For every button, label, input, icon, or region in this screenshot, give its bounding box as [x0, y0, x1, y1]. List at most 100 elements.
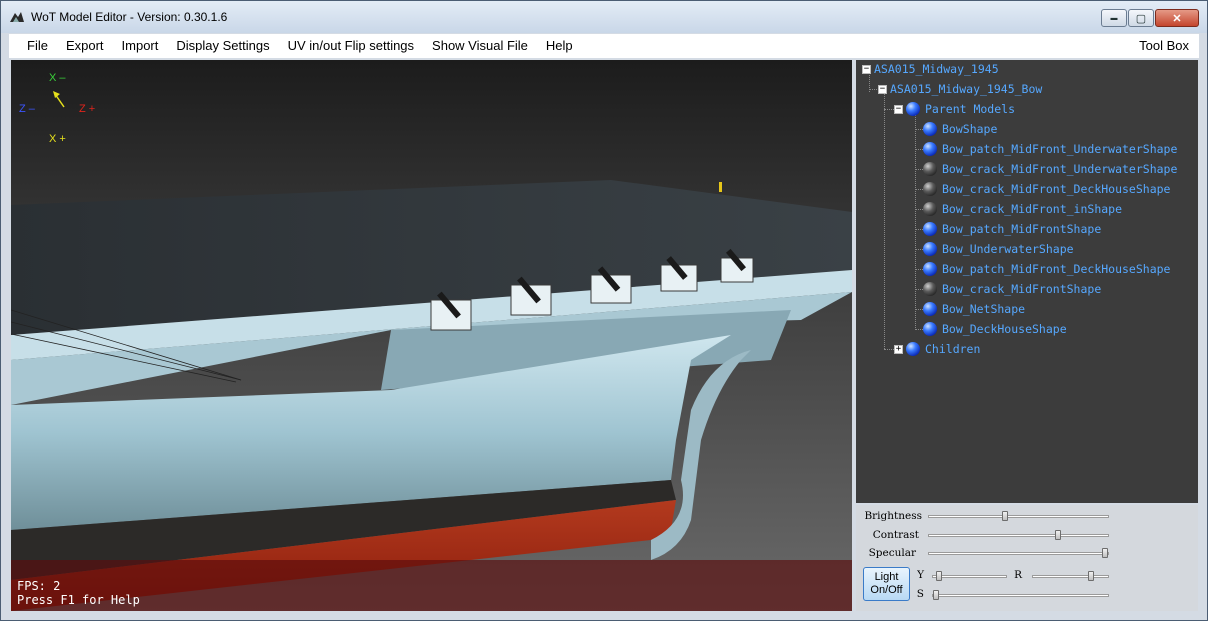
menu-display-settings[interactable]: Display Settings	[167, 34, 278, 58]
sphere-icon	[923, 242, 937, 256]
sphere-icon	[906, 342, 920, 356]
tree-node-parent-models[interactable]: − Parent Models	[894, 99, 1015, 119]
brightness-slider[interactable]	[928, 511, 1109, 521]
tree-guide	[915, 249, 923, 250]
tree-guide	[915, 209, 923, 210]
axis-z-plus: Z +	[79, 103, 96, 115]
tree-guide	[915, 149, 923, 150]
sphere-icon	[923, 202, 937, 216]
app-logo-icon	[10, 12, 24, 22]
ship-model-render	[11, 180, 852, 611]
specular-slider-thumb[interactable]	[1102, 548, 1108, 558]
tree-guide	[884, 349, 894, 350]
tree-node-label: Bow_crack_MidFront_DeckHouseShape	[942, 182, 1171, 196]
contrast-slider[interactable]	[928, 530, 1109, 540]
tree-node-label: Bow_NetShape	[942, 302, 1026, 316]
title-bar[interactable]: WoT Model Editor - Version: 0.30.1.6 ▬ ▢…	[1, 1, 1207, 33]
sphere-icon	[923, 282, 937, 296]
minimize-icon: ▬	[1110, 14, 1118, 22]
help-hint: Press F1 for Help	[17, 593, 140, 607]
tree-node-shape[interactable]: Bow_crack_MidFront_inShape	[915, 199, 1122, 219]
tree-node-label: Children	[925, 342, 981, 356]
tree-guide	[915, 309, 923, 310]
tree-node-label: ASA015_Midway_1945_Bow	[890, 82, 1043, 96]
menu-bar: File Export Import Display Settings UV i…	[9, 34, 1199, 58]
sphere-icon	[923, 122, 937, 136]
specular-label: Specular	[868, 547, 916, 559]
y-slider-thumb[interactable]	[936, 571, 943, 581]
tree-node-shape[interactable]: Bow_UnderwaterShape	[915, 239, 1074, 259]
window-controls: ▬ ▢ ✕	[1100, 9, 1199, 27]
collapse-toggle-icon[interactable]: −	[862, 64, 871, 74]
tree-node-label: ASA015_Midway_1945	[874, 62, 999, 76]
contrast-slider-thumb[interactable]	[1055, 530, 1062, 540]
collapse-toggle-icon[interactable]: −	[894, 104, 903, 114]
tree-node-shape[interactable]: Bow_NetShape	[915, 299, 1025, 319]
specular-slider[interactable]	[928, 548, 1109, 558]
brightness-label: Brightness	[864, 510, 922, 522]
fps-readout: FPS: 2	[17, 579, 61, 593]
r-label: R	[1014, 569, 1022, 581]
menu-tool-box[interactable]: Tool Box	[1139, 34, 1189, 58]
maximize-icon: ▢	[1135, 12, 1147, 25]
maximize-button[interactable]: ▢	[1128, 9, 1154, 27]
menu-file[interactable]: File	[9, 34, 57, 58]
brightness-slider-thumb[interactable]	[1001, 511, 1008, 521]
close-button[interactable]: ✕	[1155, 9, 1199, 27]
menu-help[interactable]: Help	[537, 34, 582, 58]
menu-uv-flip-settings[interactable]: UV in/out Flip settings	[279, 34, 423, 58]
tree-guide	[915, 269, 923, 270]
tree-node-label: Bow_patch_MidFrontShape	[942, 222, 1102, 236]
tree-guide	[915, 329, 923, 330]
expand-toggle-icon[interactable]: +	[894, 344, 903, 354]
sphere-icon	[923, 262, 937, 276]
light-toggle-button[interactable]: Light On/Off	[863, 567, 910, 601]
tree-guide	[915, 229, 923, 230]
axis-z-minus: Z –	[19, 103, 35, 115]
sphere-icon	[923, 322, 937, 336]
tree-guide	[915, 289, 923, 290]
axis-arrow-icon	[53, 91, 65, 108]
sphere-icon	[923, 182, 937, 196]
sphere-icon	[906, 102, 920, 116]
menu-show-visual-file[interactable]: Show Visual File	[423, 34, 537, 58]
sphere-icon	[923, 142, 937, 156]
axis-x-plus: X +	[49, 133, 66, 145]
tree-node-children[interactable]: + Children	[894, 339, 980, 359]
tree-node-label: Bow_crack_MidFront_inShape	[942, 202, 1123, 216]
minimize-button[interactable]: ▬	[1101, 9, 1127, 27]
tree-guide	[915, 169, 923, 170]
tree-node-shape[interactable]: BowShape	[915, 119, 997, 139]
tree-node-label: Bow_patch_MidFront_UnderwaterShape	[942, 142, 1178, 156]
tree-node-shape[interactable]: Bow_patch_MidFront_UnderwaterShape	[915, 139, 1177, 159]
model-tree-panel[interactable]: − ASA015_Midway_1945 − ASA015_Midway_194…	[856, 60, 1198, 503]
tree-node-label: Bow_crack_MidFrontShape	[942, 282, 1102, 296]
tree-node-shape[interactable]: Bow_DeckHouseShape	[915, 319, 1067, 339]
tree-guide	[915, 129, 923, 130]
s-slider-thumb[interactable]	[933, 590, 939, 600]
y-slider[interactable]	[932, 571, 1007, 581]
tree-node-shape[interactable]: Bow_patch_MidFront_DeckHouseShape	[915, 259, 1170, 279]
lighting-controls: Brightness Contrast Specular Light On/Of…	[856, 505, 1198, 611]
menu-export[interactable]: Export	[57, 34, 113, 58]
tree-node-root[interactable]: − ASA015_Midway_1945	[862, 60, 999, 79]
r-slider-thumb[interactable]	[1088, 571, 1095, 581]
tree-guide	[884, 93, 885, 349]
3d-viewport[interactable]: X – Z – Z + X + FPS: 2 Press F1 for Help	[11, 60, 852, 611]
tree-node-bow[interactable]: − ASA015_Midway_1945_Bow	[878, 79, 1042, 99]
tree-node-shape[interactable]: Bow_patch_MidFrontShape	[915, 219, 1101, 239]
s-label: S	[916, 588, 924, 600]
s-slider[interactable]	[932, 590, 1109, 600]
contrast-label: Contrast	[872, 529, 919, 541]
tree-node-shape[interactable]: Bow_crack_MidFront_DeckHouseShape	[915, 179, 1170, 199]
tree-node-label: Bow_patch_MidFront_DeckHouseShape	[942, 262, 1171, 276]
tree-node-label: Bow_DeckHouseShape	[942, 322, 1067, 336]
tree-node-label: Parent Models	[925, 102, 1016, 116]
menu-import[interactable]: Import	[113, 34, 168, 58]
tree-node-label: Bow_UnderwaterShape	[942, 242, 1074, 256]
window-title: WoT Model Editor - Version: 0.30.1.6	[31, 10, 228, 24]
collapse-toggle-icon[interactable]: −	[878, 84, 887, 94]
tree-node-shape[interactable]: Bow_crack_MidFront_UnderwaterShape	[915, 159, 1177, 179]
r-slider[interactable]	[1032, 571, 1109, 581]
tree-node-shape[interactable]: Bow_crack_MidFrontShape	[915, 279, 1101, 299]
